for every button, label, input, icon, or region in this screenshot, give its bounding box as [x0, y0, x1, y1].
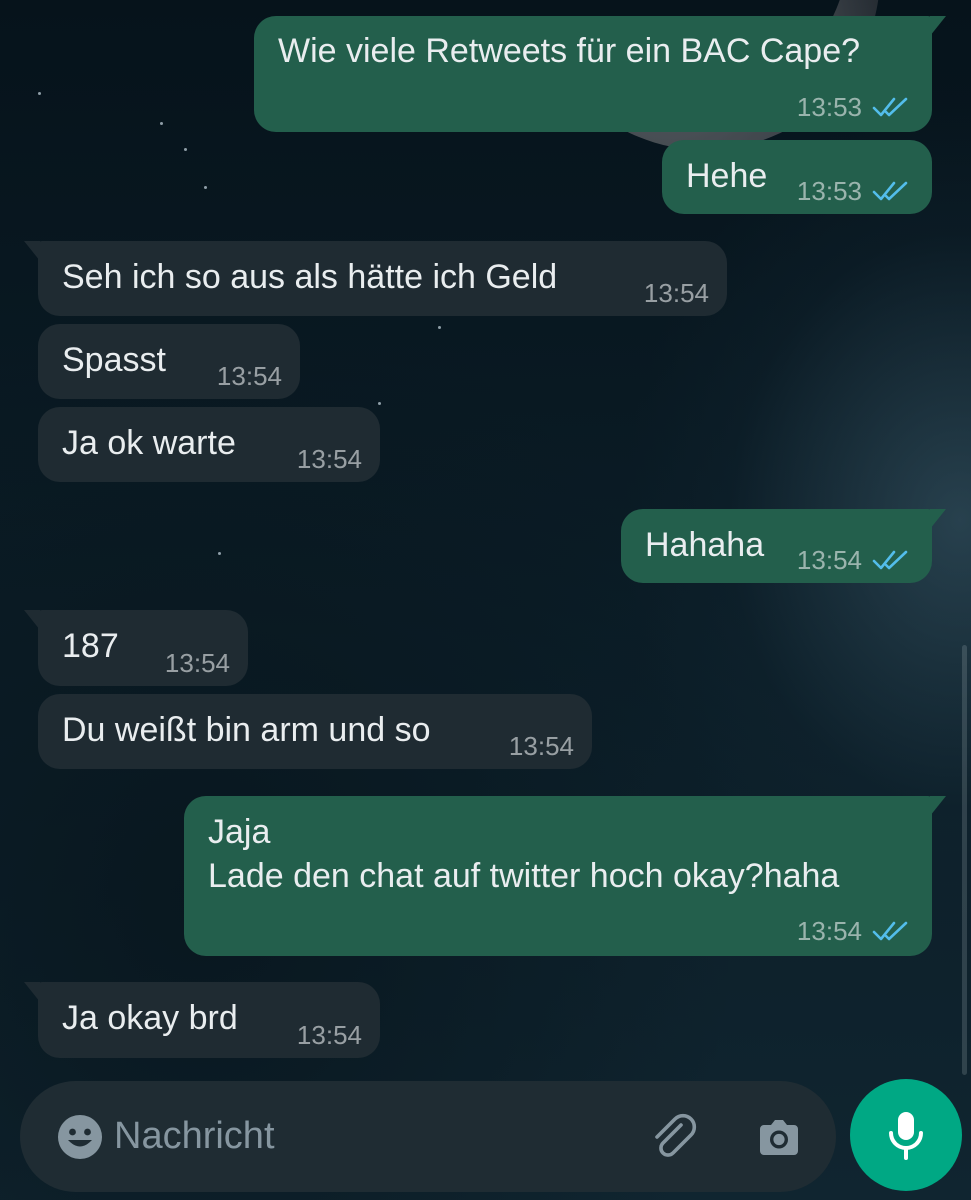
- message-text: Ja ok warte: [62, 424, 236, 462]
- message-text: Seh ich so aus als hätte ich Geld: [62, 258, 558, 296]
- message-incoming[interactable]: Seh ich so aus als hätte ich Geld 13:54: [24, 241, 727, 316]
- scrollbar-thumb[interactable]: [962, 645, 967, 1075]
- message-outgoing[interactable]: Hahaha 13:54: [621, 509, 946, 583]
- message-text: Hahaha: [645, 526, 765, 564]
- message-text: Wie viele Retweets für ein BAC Cape?: [278, 32, 861, 70]
- message-meta: 13:54: [165, 648, 230, 678]
- paperclip-icon[interactable]: [648, 1111, 702, 1165]
- message-time: 13:54: [216, 361, 282, 391]
- message-meta: 13:53: [797, 92, 910, 122]
- message-input-bar[interactable]: Nachricht: [20, 1081, 836, 1192]
- message-meta: 13:54: [509, 731, 574, 761]
- message-meta: 13:54: [217, 361, 282, 391]
- message-incoming[interactable]: 187 13:54: [24, 610, 248, 686]
- message-incoming[interactable]: Ja okay brd 13:54: [24, 982, 380, 1058]
- emoji-icon[interactable]: [56, 1113, 104, 1161]
- message-meta: 13:54: [297, 1020, 362, 1050]
- message-text: 187: [62, 627, 119, 665]
- message-time: 13:54: [296, 444, 362, 474]
- message-input-placeholder[interactable]: Nachricht: [114, 1113, 275, 1159]
- message-time: 13:53: [796, 176, 862, 206]
- double-check-icon: [872, 921, 908, 941]
- double-check-icon: [872, 550, 908, 570]
- message-meta: 13:54: [644, 278, 709, 308]
- message-outgoing[interactable]: Wie viele Retweets für ein BAC Cape? 13:…: [254, 16, 946, 132]
- message-time: 13:54: [164, 648, 230, 678]
- message-time: 13:54: [643, 278, 709, 308]
- camera-icon[interactable]: [752, 1111, 806, 1165]
- message-time: 13:54: [796, 916, 862, 946]
- message-incoming[interactable]: Du weißt bin arm und so 13:54: [38, 694, 592, 769]
- message-meta: 13:54: [797, 545, 910, 575]
- message-outgoing[interactable]: Jaja Lade den chat auf twitter hoch okay…: [184, 796, 946, 956]
- message-text: Du weißt bin arm und so: [62, 711, 431, 749]
- message-text: Ja okay brd: [62, 999, 238, 1037]
- message-time: 13:54: [796, 545, 862, 575]
- message-meta: 13:54: [797, 916, 910, 946]
- message-outgoing[interactable]: Hehe 13:53: [662, 140, 932, 214]
- double-check-icon: [872, 181, 908, 201]
- message-text: Jaja Lade den chat auf twitter hoch okay…: [208, 813, 840, 895]
- microphone-button[interactable]: [850, 1079, 962, 1191]
- message-meta: 13:54: [297, 444, 362, 474]
- message-text: Spasst: [62, 341, 166, 379]
- microphone-icon: [889, 1112, 923, 1160]
- message-time: 13:53: [796, 92, 862, 122]
- message-meta: 13:53: [797, 176, 910, 206]
- message-time: 13:54: [296, 1020, 362, 1050]
- double-check-icon: [872, 97, 908, 117]
- message-incoming[interactable]: Spasst 13:54: [38, 324, 300, 399]
- message-text: Hehe: [686, 157, 768, 195]
- message-time: 13:54: [508, 731, 574, 761]
- message-incoming[interactable]: Ja ok warte 13:54: [38, 407, 380, 482]
